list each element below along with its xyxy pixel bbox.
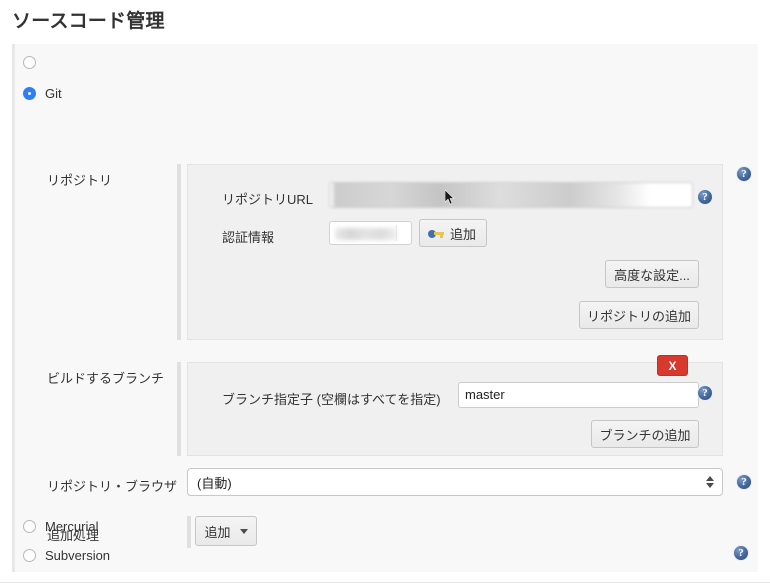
add-repository-button[interactable]: リポジトリの追加 (579, 301, 699, 329)
add-credentials-button[interactable]: 追加 (419, 219, 487, 247)
help-icon-subversion[interactable]: ? (733, 545, 749, 561)
add-repository-button-label: リポジトリの追加 (586, 308, 691, 324)
add-extension-button-label: 追加 (204, 524, 231, 540)
help-icon-repository-url[interactable]: ? (697, 189, 713, 205)
chevron-down-icon (239, 528, 248, 534)
credentials-label: 認証情報 (222, 230, 275, 245)
extensions-handle-bar (187, 516, 191, 548)
page-title: ソースコード管理 (12, 11, 165, 32)
repository-browser-selected-value: (自動) (197, 475, 232, 491)
branches-handle-bar (177, 362, 181, 456)
add-branch-button-label: ブランチの追加 (599, 427, 691, 443)
help-icon-repository-browser[interactable]: ? (736, 474, 752, 490)
branch-specifier-input[interactable]: master (458, 382, 699, 408)
credentials-select[interactable] (329, 221, 412, 245)
radio-mercurial[interactable] (23, 519, 36, 533)
repository-url-label: リポジトリURL (222, 192, 314, 207)
key-icon (428, 227, 444, 239)
git-settings-body: リポジトリ リポジトリURL 認証情報 追加 高度な設定... リポジトリの追加… (15, 110, 761, 548)
chevron-down-icon (396, 225, 408, 241)
radio-subversion[interactable] (23, 548, 36, 562)
scm-option-none[interactable] (23, 52, 45, 72)
scm-option-git[interactable]: Git (23, 83, 62, 103)
repository-browser-select[interactable]: (自動) (187, 468, 723, 496)
radio-git[interactable] (23, 86, 36, 100)
scm-option-subversion-label: Subversion (45, 547, 111, 563)
repository-url-input[interactable] (329, 182, 693, 208)
help-icon-branch-specifier[interactable]: ? (697, 385, 713, 401)
add-branch-button[interactable]: ブランチの追加 (591, 420, 699, 448)
advanced-settings-button-label: 高度な設定... (614, 267, 690, 283)
repositories-handle-bar (177, 164, 181, 340)
delete-branch-button-label: X (668, 358, 677, 373)
help-icon-repositories[interactable]: ? (736, 166, 752, 182)
repositories-label: リポジトリ (47, 173, 113, 188)
credentials-value-redacted (335, 228, 397, 240)
scm-option-mercurial-label: Mercurial (45, 518, 99, 534)
branch-specifier-label: ブランチ指定子 (空欄はすべてを指定) (222, 392, 441, 407)
scm-option-subversion[interactable]: Subversion (23, 545, 110, 565)
add-credentials-button-label: 追加 (450, 226, 477, 242)
advanced-settings-button[interactable]: 高度な設定... (605, 260, 699, 288)
stepper-arrows-icon (706, 476, 714, 488)
branches-label: ビルドするブランチ (47, 371, 165, 386)
repository-browser-label: リポジトリ・ブラウザ (47, 479, 178, 494)
repositories-panel: リポジトリURL 認証情報 追加 高度な設定... リポジトリの追加 (187, 164, 723, 340)
scm-radio-block: Git リポジトリ リポジトリURL 認証情報 追加 高度な設定... リポジト… (12, 44, 758, 572)
scm-option-git-label: Git (45, 85, 62, 101)
scm-configuration-page: ソースコード管理 Git リポジトリ リポジトリURL 認証情報 追加 高度な設… (0, 0, 770, 583)
delete-branch-button[interactable]: X (657, 355, 688, 376)
radio-none[interactable] (23, 55, 36, 69)
branches-panel: X ブランチ指定子 (空欄はすべてを指定) master ブランチの追加 (187, 355, 723, 456)
scm-option-mercurial[interactable]: Mercurial (23, 516, 98, 536)
add-extension-button[interactable]: 追加 (195, 516, 257, 546)
